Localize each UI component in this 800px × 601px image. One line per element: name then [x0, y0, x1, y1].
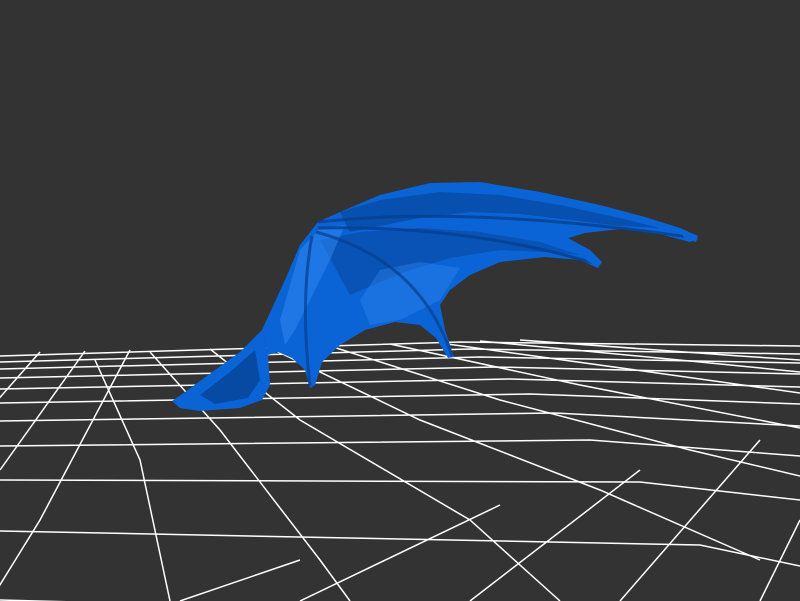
viewport-canvas[interactable]	[0, 0, 800, 601]
3d-viewport[interactable]	[0, 0, 800, 601]
